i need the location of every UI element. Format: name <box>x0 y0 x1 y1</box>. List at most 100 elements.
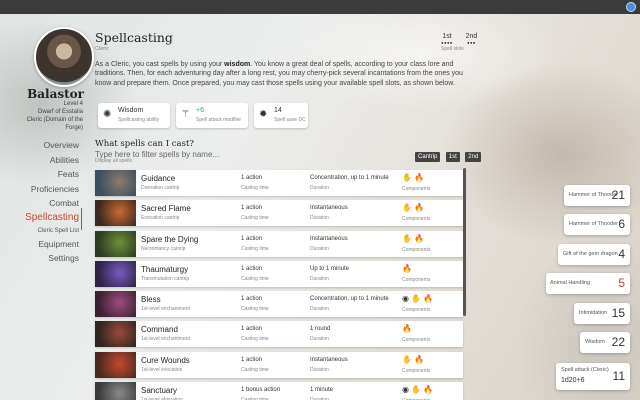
character-meta: Level 4 Dwarf of Esstalia Cleric (Domain… <box>3 100 83 132</box>
spell-casting-time-label: Casting time <box>241 336 269 343</box>
stat-card-attack: ⚚ +6 Spell attack modifier <box>176 103 248 128</box>
roll-value: 5 <box>618 276 625 290</box>
roll-card[interactable]: Hammer of Thooder 6 <box>564 214 630 235</box>
spell-components-label: Components <box>402 186 431 192</box>
nav-feats[interactable]: Feats <box>0 167 79 182</box>
roll-value: 22 <box>611 335 625 349</box>
stat-label: Spell save DC <box>274 117 306 123</box>
description-text: As a Cleric, you cast spells by using yo… <box>95 61 225 68</box>
roll-label: Animal Handling <box>550 280 591 286</box>
spell-casting-time-label: Casting time <box>241 306 269 313</box>
wand-icon: ⚚ <box>181 109 190 120</box>
spell-school: Divination cantrip <box>141 185 180 191</box>
roll-value: 11 <box>612 369 625 383</box>
spell-components-icons: ✋🔥 <box>402 173 426 182</box>
spell-components-label: Components <box>402 367 431 374</box>
spell-thumbnail <box>95 351 136 378</box>
spell-row[interactable]: Spare the Dying Necromancy cantrip 1 actio… <box>95 230 463 257</box>
spell-duration: Instantaneous <box>310 235 348 242</box>
roll-value: 6 <box>618 217 625 231</box>
spell-duration-label: Duration <box>310 245 329 252</box>
slot-2nd[interactable]: 2nd ●●● <box>463 33 479 45</box>
character-class-cont: Forge) <box>65 125 83 131</box>
spell-row[interactable]: Guidance Divination cantrip 1 action Castin… <box>95 170 463 196</box>
tab-2nd[interactable]: 2nd <box>465 152 482 162</box>
spell-components-icons: ✋🔥 <box>402 233 426 243</box>
spell-slots-caption: Spell slots <box>441 46 464 52</box>
spell-name: Bless <box>141 295 161 305</box>
nav-overview[interactable]: Overview <box>0 138 79 153</box>
character-name: Balastor <box>27 87 84 101</box>
stat-value: 14 <box>274 107 282 114</box>
spell-components-label: Components <box>402 307 431 314</box>
roll-label: Intimidation <box>579 310 608 316</box>
spell-casting-time: 1 action <box>241 235 263 242</box>
nav-cleric-spell-list[interactable]: Cleric Spell List <box>0 226 79 237</box>
tab-cantrip[interactable]: Cantrip <box>415 152 441 162</box>
stat-card-ability: ✺ Wisdom Spellcasting ability <box>98 103 170 128</box>
spell-duration-label: Duration <box>310 336 329 343</box>
nav-spellcasting[interactable]: Spellcasting <box>0 211 79 226</box>
nav-proficiencies[interactable]: Proficiencies <box>0 182 79 197</box>
app-menu-icon[interactable] <box>626 2 636 12</box>
spell-row[interactable]: Cure Wounds 1st-level evocation 1 action Ca… <box>95 351 463 378</box>
roll-card[interactable]: Wisdom 22 <box>580 332 630 353</box>
spell-row[interactable]: Sacred Flame Evocation cantrip 1 action Cas… <box>95 200 463 227</box>
spell-name: Sanctuary <box>141 386 178 396</box>
spell-casting-time: 1 action <box>241 356 263 363</box>
spell-components-label: Components <box>402 216 431 223</box>
spell-school: Necromancy cantrip <box>141 245 186 252</box>
spell-duration: Concentration, up to 1 minute <box>310 296 389 303</box>
stat-value: Wisdom <box>118 107 144 114</box>
spell-school: 1st-level evocation <box>141 366 183 373</box>
spell-name: Spare the Dying <box>141 234 199 244</box>
spell-thumbnail <box>95 170 136 196</box>
roll-value: 15 <box>611 306 625 320</box>
tab-1st[interactable]: 1st <box>445 152 460 162</box>
nav-combat[interactable]: Combat <box>0 196 79 211</box>
spell-row[interactable]: Thaumaturgy Transmutation cantrip 1 action… <box>95 260 463 287</box>
nav-equipment[interactable]: Equipment <box>0 237 79 252</box>
roll-formula: 1d20+6 <box>561 377 585 384</box>
spell-attack-roll[interactable]: Spell attack (Cleric) 1d20+6 11 <box>556 363 630 390</box>
sidebar-nav: Overview Abilities Feats Proficiencies C… <box>0 138 79 266</box>
nav-abilities[interactable]: Abilities <box>0 153 79 168</box>
slot-1st-dots: ●●●● <box>441 40 453 45</box>
spell-school: Evocation cantrip <box>141 215 180 222</box>
spell-components-icons: ✋🔥 <box>402 354 426 364</box>
display-all-spells[interactable]: Display all spells <box>95 158 132 164</box>
spell-school: 1st-level enchantment <box>141 306 190 313</box>
spell-casting-time: 1 action <box>241 175 263 181</box>
slot-2nd-dots: ●●● <box>467 40 476 45</box>
spell-components-icons: 🔥 <box>402 263 414 273</box>
roll-card[interactable]: Hammer of Thooder 21 <box>564 185 630 206</box>
stat-label: Spellcasting ability <box>118 117 160 123</box>
roll-value: 4 <box>618 247 625 261</box>
spell-level-tabs: Cantrip 1st 2nd <box>414 152 482 170</box>
spell-list-scrollbar[interactable] <box>463 168 466 316</box>
character-class: Cleric (Domain of the <box>26 117 83 123</box>
avatar[interactable] <box>34 27 94 87</box>
brain-icon: ✺ <box>103 109 112 120</box>
spell-duration: Instantaneous <box>310 356 348 363</box>
roll-card[interactable]: Gift of the gem dragon 4 <box>558 244 630 265</box>
spell-thumbnail <box>95 260 136 287</box>
description-ability: wisdom <box>224 61 251 68</box>
roll-card[interactable]: Intimidation 15 <box>574 303 630 324</box>
slot-1st[interactable]: 1st ●●●● <box>439 33 455 45</box>
spell-row[interactable]: Bless 1st-level enchantment 1 action Castin… <box>95 291 463 318</box>
roll-card[interactable]: Animal Handling 5 <box>546 273 630 294</box>
spell-row[interactable]: Command 1st-level enchantment 1 action Cast… <box>95 321 463 348</box>
spell-casting-time: 1 action <box>241 205 263 212</box>
roll-label: Wisdom <box>585 339 605 345</box>
spell-casting-time: 1 bonus action <box>241 387 281 394</box>
spell-thumbnail <box>95 230 136 257</box>
spell-casting-time-label: Casting time <box>241 275 269 282</box>
spell-duration-label: Duration <box>310 275 329 282</box>
spell-components-icons: ◉✋🔥 <box>402 385 435 395</box>
stat-value: +6 <box>196 107 204 114</box>
nav-settings[interactable]: Settings <box>0 251 79 266</box>
spells-section-title: What spells can I cast? <box>95 139 194 149</box>
active-nav-indicator <box>81 208 82 230</box>
spell-row[interactable]: Sanctuary1st-level abjuration1 bonus act… <box>95 382 463 400</box>
